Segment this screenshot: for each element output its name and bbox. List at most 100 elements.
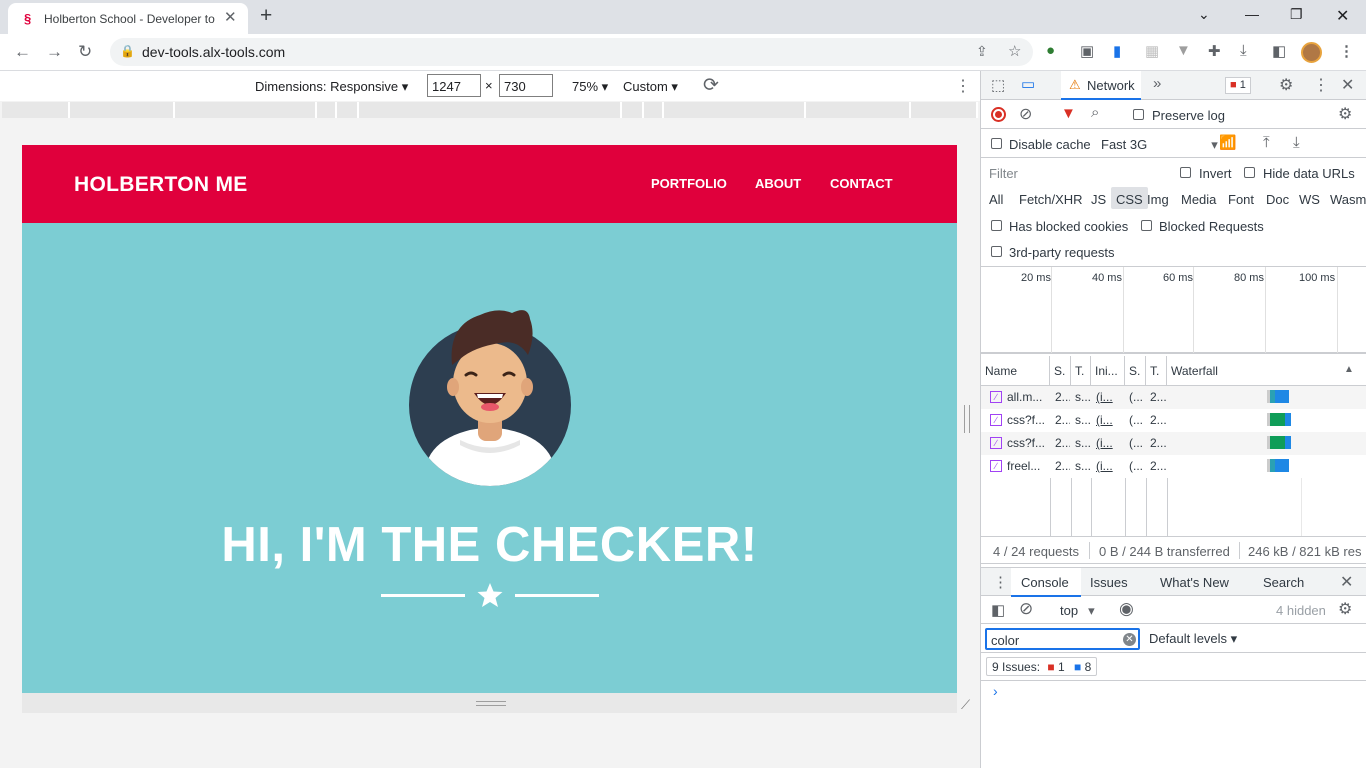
extension-gray-icon[interactable]: ▦ bbox=[1145, 42, 1159, 60]
drawer-tab-issues[interactable]: Issues bbox=[1090, 575, 1128, 590]
blocked-cookies-checkbox[interactable] bbox=[991, 220, 1002, 231]
search-icon[interactable]: ⌕ bbox=[1091, 104, 1099, 121]
media-query-segment[interactable] bbox=[911, 102, 978, 118]
row-initiator[interactable]: (i... bbox=[1096, 436, 1124, 450]
address-bar[interactable]: 🔒 dev-tools.alx-tools.com ⇪ ☆ bbox=[110, 38, 1033, 66]
clear-icon[interactable]: ⊘ bbox=[1019, 104, 1032, 124]
bookmark-star-icon[interactable]: ☆ bbox=[1008, 42, 1021, 60]
record-icon[interactable] bbox=[991, 107, 1006, 122]
hide-data-urls-checkbox[interactable] bbox=[1244, 167, 1255, 178]
throttling-dropdown[interactable]: Fast 3G ▾ bbox=[1101, 137, 1218, 153]
devtools-menu-icon[interactable]: ⋮ bbox=[1313, 75, 1329, 95]
extension-docs-icon[interactable]: ▮ bbox=[1113, 42, 1121, 60]
clear-filter-icon[interactable]: ✕ bbox=[1123, 633, 1136, 646]
nav-link-about[interactable]: ABOUT bbox=[755, 176, 801, 191]
rotate-icon[interactable]: ⟳ bbox=[703, 74, 719, 97]
filter-input[interactable]: Filter bbox=[985, 162, 1165, 184]
type-all[interactable]: All bbox=[989, 192, 1003, 207]
type-media[interactable]: Media bbox=[1181, 192, 1216, 207]
import-har-icon[interactable]: ⤒ bbox=[1263, 134, 1270, 151]
device-menu-icon[interactable]: ⋮ bbox=[955, 76, 971, 96]
type-css-active[interactable]: CSS bbox=[1111, 187, 1148, 209]
media-query-segment[interactable] bbox=[644, 102, 664, 118]
browser-tab[interactable]: § Holberton School - Developer to ✕ bbox=[8, 3, 248, 34]
site-logo[interactable]: HOLBERTON ME bbox=[74, 173, 248, 197]
drawer-tab-console[interactable]: Console bbox=[1011, 568, 1081, 597]
export-har-icon[interactable]: ⤓ bbox=[1293, 134, 1300, 151]
maximize-button[interactable]: ❐ bbox=[1290, 6, 1303, 23]
drawer-menu-icon[interactable]: ⋮ bbox=[993, 573, 1008, 591]
drawer-tab-whats-new[interactable]: What's New bbox=[1160, 575, 1229, 590]
issues-link[interactable]: 9 Issues: ■ 1 ■ 8 bbox=[986, 657, 1098, 676]
media-query-segment[interactable] bbox=[175, 102, 317, 118]
nav-link-contact[interactable]: CONTACT bbox=[830, 176, 893, 191]
more-tabs-icon[interactable]: » bbox=[1153, 75, 1161, 92]
type-fetch-xhr[interactable]: Fetch/XHR bbox=[1019, 192, 1083, 207]
type-doc[interactable]: Doc bbox=[1266, 192, 1289, 207]
nav-link-portfolio[interactable]: PORTFOLIO bbox=[651, 176, 727, 191]
height-input[interactable]: 730 bbox=[499, 74, 553, 97]
close-devtools-icon[interactable]: ✕ bbox=[1341, 75, 1354, 95]
zoom-dropdown[interactable]: 75% ▾ bbox=[572, 79, 608, 95]
network-conditions-icon[interactable]: 📶 bbox=[1219, 134, 1236, 151]
width-input[interactable]: 1247 bbox=[427, 74, 481, 97]
levels-dropdown[interactable]: Default levels ▾ bbox=[1149, 631, 1237, 647]
close-tab-icon[interactable]: ✕ bbox=[224, 8, 237, 26]
throttle-dropdown[interactable]: Custom ▾ bbox=[623, 79, 678, 95]
preserve-log-checkbox[interactable] bbox=[1133, 109, 1144, 120]
col-waterfall[interactable]: Waterfall bbox=[1167, 356, 1366, 386]
network-settings-icon[interactable]: ⚙ bbox=[1338, 104, 1352, 124]
dimensions-dropdown[interactable]: Dimensions: Responsive ▾ bbox=[255, 79, 408, 95]
inspect-element-icon[interactable]: ⬚ bbox=[991, 76, 1005, 94]
col-initiator[interactable]: Ini... bbox=[1091, 356, 1125, 386]
table-row[interactable]: ∕ css?f... 2... s... (i... (... 2... bbox=[981, 409, 1366, 432]
context-dropdown[interactable]: top ▾ bbox=[1060, 603, 1095, 619]
issues-counter[interactable]: ■ 1 bbox=[1225, 77, 1251, 94]
media-query-segment[interactable] bbox=[359, 102, 622, 118]
extension-vue-icon[interactable]: ▼ bbox=[1176, 42, 1191, 59]
type-ws[interactable]: WS bbox=[1299, 192, 1320, 207]
download-icon[interactable]: ⤓ bbox=[1240, 42, 1247, 59]
back-button[interactable]: ← bbox=[14, 42, 31, 62]
media-query-segment[interactable] bbox=[664, 102, 806, 118]
network-overview[interactable]: 20 ms 40 ms 60 ms 80 ms 100 ms bbox=[981, 266, 1366, 354]
invert-checkbox[interactable] bbox=[1180, 167, 1191, 178]
third-party-checkbox[interactable] bbox=[991, 246, 1002, 257]
profile-avatar[interactable] bbox=[1301, 42, 1322, 63]
type-font[interactable]: Font bbox=[1228, 192, 1254, 207]
tab-search-icon[interactable]: ⌄ bbox=[1198, 6, 1210, 23]
type-wasm[interactable]: Wasm bbox=[1330, 192, 1366, 207]
col-size[interactable]: S. bbox=[1125, 356, 1146, 386]
table-row[interactable]: ∕ freel... 2... s... (i... (... 2... bbox=[981, 455, 1366, 478]
console-prompt[interactable]: › bbox=[993, 683, 998, 699]
side-resize-handle-icon[interactable] bbox=[964, 405, 970, 433]
device-toggle-icon[interactable]: ▭ bbox=[1021, 75, 1035, 93]
close-window-button[interactable]: ✕ bbox=[1336, 6, 1349, 26]
console-sidebar-icon[interactable]: ◧ bbox=[991, 601, 1005, 619]
extension-image-icon[interactable]: ▣ bbox=[1080, 42, 1094, 60]
console-filter-input[interactable]: color ✕ bbox=[985, 628, 1140, 650]
media-query-segment[interactable] bbox=[622, 102, 644, 118]
minimize-button[interactable]: — bbox=[1245, 6, 1259, 22]
console-settings-icon[interactable]: ⚙ bbox=[1338, 599, 1352, 619]
extensions-puzzle-icon[interactable]: ✚ bbox=[1208, 42, 1221, 60]
console-clear-icon[interactable]: ⊘ bbox=[1019, 599, 1033, 619]
col-time[interactable]: T. bbox=[1146, 356, 1167, 386]
settings-gear-icon[interactable]: ⚙ bbox=[1279, 75, 1293, 95]
media-query-segment[interactable] bbox=[317, 102, 337, 118]
drawer-tab-search[interactable]: Search bbox=[1263, 575, 1304, 590]
reload-button[interactable]: ↻ bbox=[78, 42, 92, 62]
filter-icon[interactable]: ▼ bbox=[1061, 105, 1076, 122]
forward-button[interactable]: → bbox=[46, 42, 63, 62]
share-icon[interactable]: ⇪ bbox=[976, 43, 988, 60]
corner-resize-icon[interactable]: ⟋ bbox=[961, 697, 970, 713]
live-expression-eye-icon[interactable]: ◉ bbox=[1119, 599, 1134, 619]
type-js[interactable]: JS bbox=[1091, 192, 1106, 207]
media-query-segment[interactable] bbox=[2, 102, 70, 118]
media-query-segment[interactable] bbox=[337, 102, 359, 118]
media-query-segment[interactable] bbox=[806, 102, 911, 118]
type-img[interactable]: Img bbox=[1147, 192, 1169, 207]
side-panel-icon[interactable]: ◧ bbox=[1272, 42, 1286, 60]
col-status[interactable]: S. bbox=[1050, 356, 1071, 386]
table-row[interactable]: ∕ css?f... 2... s... (i... (... 2... bbox=[981, 432, 1366, 455]
